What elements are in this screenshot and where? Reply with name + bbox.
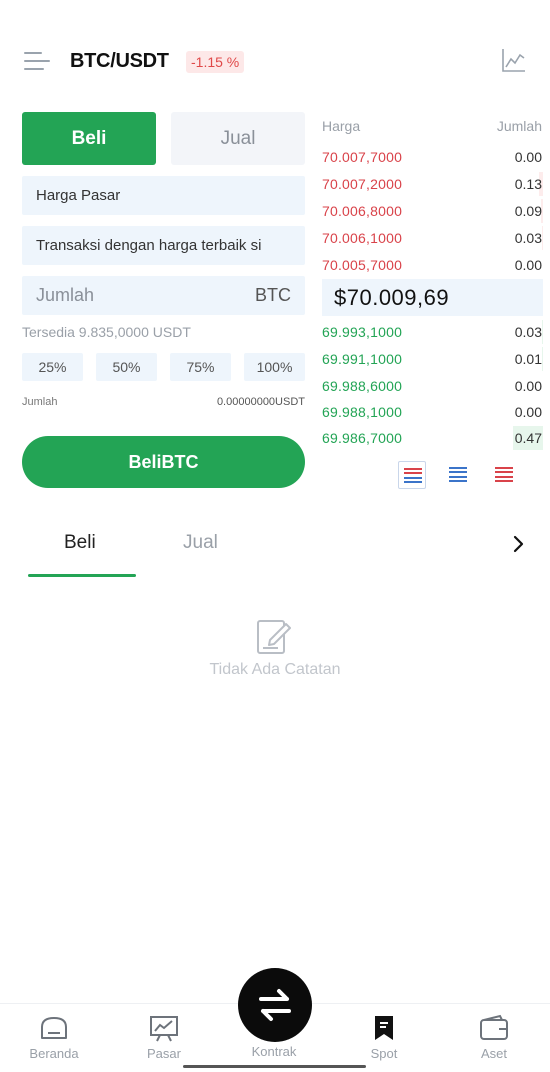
menu-icon[interactable]: [24, 50, 52, 74]
depth-bar: [542, 347, 543, 371]
bid-qty: 0.01: [514, 351, 542, 367]
bid-price: 69.991,1000: [322, 351, 403, 367]
home-icon: [41, 1017, 67, 1039]
bid-price: 69.988,1000: [322, 404, 403, 420]
view-asks-icon[interactable]: [490, 461, 518, 489]
nav-label: Kontrak: [251, 1044, 297, 1059]
view-both-icon[interactable]: [398, 461, 426, 489]
price-note-text: Transaksi dengan harga terbaik si: [36, 237, 262, 254]
tab-buy-orders[interactable]: Beli: [64, 532, 96, 554]
nav-item-aset[interactable]: Aset: [454, 1014, 534, 1069]
ask-qty: 0.09: [514, 203, 542, 219]
nav-label: Beranda: [29, 1046, 79, 1061]
ask-qty: 0.00: [514, 257, 542, 273]
order-type-select[interactable]: Harga Pasar: [22, 176, 305, 215]
ask-qty: 0.13: [514, 176, 542, 192]
bid-qty: 0.03: [514, 324, 542, 340]
swap-button[interactable]: [238, 968, 312, 1042]
ask-price: 70.007,2000: [322, 176, 403, 192]
ask-price: 70.006,8000: [322, 203, 403, 219]
percent-75-button[interactable]: 75%: [170, 353, 231, 381]
orderbook-price-header: Harga: [322, 118, 361, 134]
ask-qty: 0.03: [514, 230, 542, 246]
change-badge: -1.15 %: [186, 51, 245, 73]
ask-row[interactable]: 70.006,8000 0.09: [320, 199, 543, 223]
buy-submit-button[interactable]: BeliBTC: [22, 436, 305, 488]
order-type-label: Harga Pasar: [36, 187, 121, 204]
nav-item-pasar[interactable]: Pasar: [124, 1014, 204, 1069]
wallet-icon: [480, 1014, 508, 1040]
percent-50-button[interactable]: 50%: [96, 353, 157, 381]
home-indicator: [183, 1065, 366, 1068]
ask-qty: 0.00: [514, 149, 542, 165]
bid-row[interactable]: 69.993,1000 0.03: [320, 320, 543, 344]
amount-unit: BTC: [255, 285, 291, 305]
ask-row[interactable]: 70.005,7000 0.00: [320, 253, 543, 277]
nav-item-spot[interactable]: Spot: [344, 1014, 424, 1069]
amount-input[interactable]: Jumlah BTC: [22, 276, 305, 315]
bid-price: 69.993,1000: [322, 324, 403, 340]
header: BTC/USDT -1.15 %: [0, 40, 550, 84]
pair-title[interactable]: BTC/USDT: [70, 50, 169, 73]
bid-row[interactable]: 69.988,6000 0.00: [320, 374, 543, 398]
tab-sell-orders[interactable]: Jual: [183, 532, 218, 554]
ask-price: 70.005,7000: [322, 257, 403, 273]
ask-row[interactable]: 70.006,1000 0.03: [320, 226, 543, 250]
percent-25-button[interactable]: 25%: [22, 353, 83, 381]
bid-row[interactable]: 69.991,1000 0.01: [320, 347, 543, 371]
price-note-field: Transaksi dengan harga terbaik si: [22, 226, 305, 265]
empty-notes-icon: [257, 620, 291, 654]
ask-row[interactable]: 70.007,7000 0.00: [320, 145, 543, 169]
nav-item-beranda[interactable]: Beranda: [14, 1014, 94, 1069]
nav-label: Aset: [480, 1046, 507, 1061]
ask-price: 70.006,1000: [322, 230, 403, 246]
bid-qty: 0.00: [514, 378, 542, 394]
bid-qty: 0.47: [514, 430, 542, 446]
buy-toggle-button[interactable]: Beli: [22, 112, 156, 165]
nav-label: Pasar: [147, 1046, 181, 1061]
empty-state-text: Tidak Ada Catatan: [209, 661, 341, 678]
bid-price: 69.986,7000: [322, 430, 403, 446]
orderbook-qty-header: Jumlah: [496, 118, 542, 134]
percent-100-button[interactable]: 100%: [244, 353, 305, 381]
bookmark-icon: [375, 1016, 393, 1040]
total-value: 0.00000000USDT: [216, 396, 305, 408]
ask-row[interactable]: 70.007,2000 0.13: [320, 172, 543, 196]
market-chart-icon: [150, 1016, 178, 1042]
chevron-right-icon[interactable]: [508, 534, 528, 554]
bid-row[interactable]: 69.986,7000 0.47: [320, 426, 543, 450]
sell-toggle-button[interactable]: Jual: [171, 112, 305, 165]
available-balance: Tersedia 9.835,0000 USDT: [22, 324, 191, 340]
total-label: Jumlah: [22, 396, 58, 408]
view-bids-icon[interactable]: [444, 461, 472, 489]
ask-price: 70.007,7000: [322, 149, 403, 165]
depth-bar: [542, 226, 543, 250]
bid-qty: 0.00: [514, 404, 542, 420]
amount-placeholder: Jumlah: [36, 285, 95, 305]
bid-row[interactable]: 69.988,1000 0.00: [320, 400, 543, 424]
last-price: $70.009,69: [322, 279, 543, 316]
nav-label: Spot: [370, 1046, 398, 1061]
active-tab-indicator: [28, 574, 136, 577]
depth-bar: [542, 320, 543, 344]
swap-icon: [259, 989, 291, 1021]
bid-price: 69.988,6000: [322, 378, 403, 394]
line-chart-icon[interactable]: [500, 46, 528, 74]
